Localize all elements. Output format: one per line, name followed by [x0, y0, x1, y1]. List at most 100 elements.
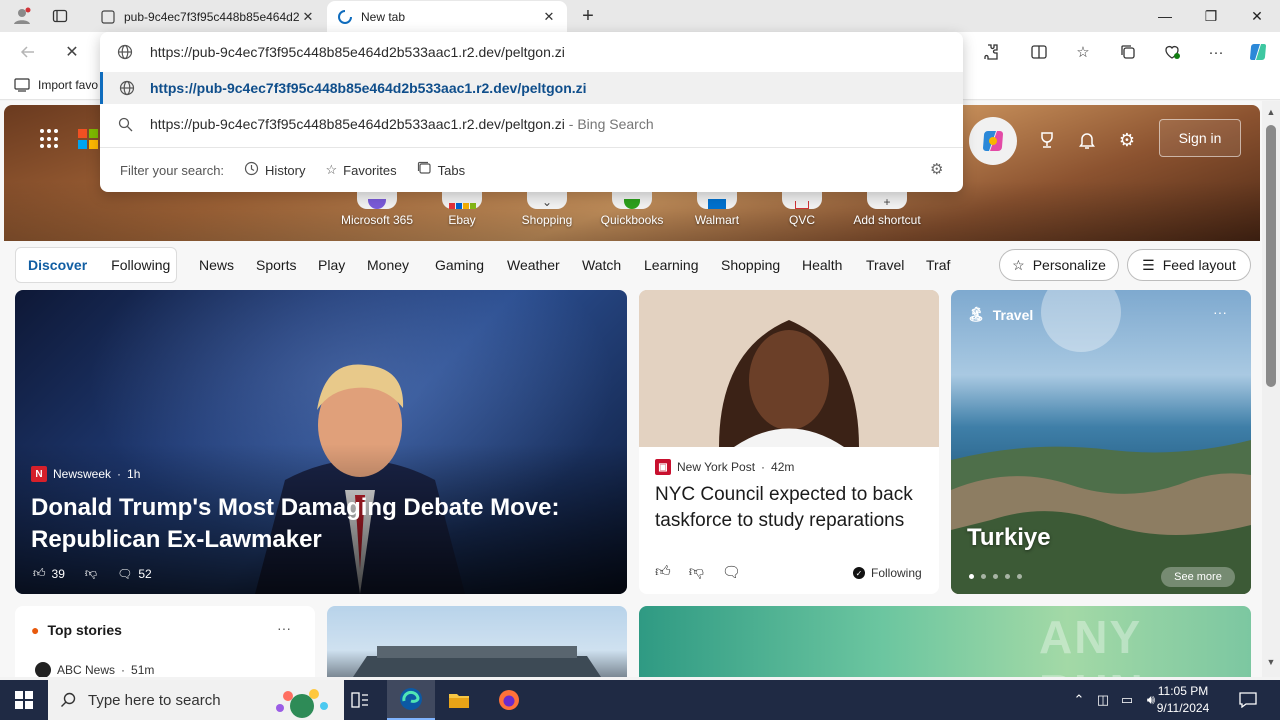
comment-count: 52: [138, 566, 152, 581]
category-play[interactable]: Play: [318, 257, 345, 273]
browser-essentials-icon[interactable]: [1157, 38, 1187, 66]
tab-actions-icon[interactable]: [46, 4, 74, 28]
minimize-button[interactable]: —: [1142, 0, 1188, 32]
article-headline: NYC Council expected to back taskforce t…: [655, 484, 913, 531]
microsoft-logo-icon: [78, 129, 98, 149]
scroll-thumb[interactable]: [1266, 125, 1276, 387]
category-news[interactable]: News: [199, 257, 234, 273]
close-tab-icon[interactable]: ✕: [300, 9, 316, 25]
filter-tabs[interactable]: Tabs: [417, 161, 465, 179]
like-icon[interactable]: 👍︎: [33, 566, 46, 581]
new-tab-button[interactable]: +: [576, 4, 600, 28]
category-gaming[interactable]: Gaming: [435, 257, 484, 273]
news-card-building[interactable]: [327, 606, 627, 677]
nyc-news-card[interactable]: ▣ New York Post · 42m NYC Council expect…: [639, 290, 939, 594]
reactions-bar: 👍︎ 👎︎ 🗨︎: [655, 563, 741, 581]
dislike-icon[interactable]: 👎︎: [689, 563, 704, 581]
notifications-bell-icon[interactable]: [1072, 125, 1102, 155]
show-hidden-icons-chevron-icon[interactable]: ⌃: [1069, 690, 1089, 710]
page-icon: [100, 9, 116, 25]
feed-navigation: Discover Following News Sports Play Mone…: [0, 241, 1262, 289]
story-source[interactable]: ABC News · 51m: [35, 662, 154, 677]
system-clock[interactable]: 11:05 PM 9/11/2024: [1140, 683, 1226, 717]
copilot-button[interactable]: [969, 117, 1017, 165]
tab-following[interactable]: Following: [99, 257, 182, 273]
category-sports[interactable]: Sports: [256, 257, 296, 273]
import-favorites-button[interactable]: Import favo: [14, 78, 98, 92]
category-travel[interactable]: Travel: [866, 257, 904, 273]
globe-icon: [103, 80, 150, 96]
page-scrollbar[interactable]: ▲ ▼: [1262, 101, 1280, 677]
feed-layout-button[interactable]: ☰ Feed layout: [1127, 249, 1251, 281]
filter-history[interactable]: History: [244, 161, 306, 179]
rewards-trophy-icon[interactable]: [1032, 125, 1062, 155]
scroll-up-arrow-icon[interactable]: ▲: [1265, 107, 1277, 119]
copilot-icon[interactable]: [1243, 38, 1273, 66]
shortcut-label: Add shortcut: [853, 213, 921, 227]
edge-taskbar-icon[interactable]: [387, 680, 435, 720]
flame-icon: ●: [31, 622, 40, 638]
page-settings-gear-icon[interactable]: ⚙: [1112, 125, 1142, 155]
file-explorer-icon[interactable]: [435, 680, 483, 720]
following-indicator[interactable]: ✓ Following: [853, 566, 922, 580]
category-weather[interactable]: Weather: [507, 257, 560, 273]
category-health[interactable]: Health: [802, 257, 842, 273]
firefox-icon[interactable]: [485, 680, 533, 720]
category-watch[interactable]: Watch: [582, 257, 621, 273]
action-center-icon[interactable]: [1238, 690, 1258, 710]
address-input[interactable]: https://pub-9c4ec7f3f95c448b85e464d2b533…: [150, 44, 565, 60]
favorites-star-icon[interactable]: ☆: [1068, 38, 1098, 66]
collections-icon[interactable]: [1113, 38, 1143, 66]
close-window-button[interactable]: ✕: [1234, 0, 1280, 32]
personalize-button[interactable]: ☆ Personalize: [999, 249, 1119, 281]
close-tab-icon[interactable]: ✕: [541, 9, 557, 25]
meet-now-icon[interactable]: ◫: [1093, 690, 1113, 710]
split-screen-icon[interactable]: [1024, 38, 1054, 66]
travel-card[interactable]: 🏝︎ Travel ··· Turkiye See more: [951, 290, 1251, 594]
layout-sliders-icon: ☰: [1142, 256, 1155, 273]
see-more-button[interactable]: See more: [1161, 567, 1235, 587]
filter-favorites[interactable]: ☆ Favorites: [326, 162, 397, 178]
news-photo: [639, 290, 939, 447]
sign-in-button[interactable]: Sign in: [1159, 119, 1241, 157]
extensions-icon[interactable]: [976, 38, 1006, 66]
tab-discover[interactable]: Discover: [16, 257, 99, 273]
profile-icon[interactable]: [8, 4, 36, 28]
more-options-icon[interactable]: ···: [277, 620, 291, 636]
start-button[interactable]: [0, 680, 48, 720]
like-count: 39: [51, 566, 65, 581]
more-options-icon[interactable]: ···: [1213, 304, 1227, 320]
settings-more-icon[interactable]: ···: [1201, 38, 1231, 66]
tab-pub-file[interactable]: pub-9c4ec7f3f95c448b85e464d2b ✕: [90, 1, 326, 32]
top-stories-card: ● Top stories ··· ABC News · 51m: [15, 606, 315, 677]
suggestion-bing-search[interactable]: https://pub-9c4ec7f3f95c448b85e464d2b533…: [100, 108, 963, 140]
task-view-icon[interactable]: [336, 680, 384, 720]
main-news-card[interactable]: N Newsweek · 1h Donald Trump's Most Dama…: [15, 290, 627, 594]
category-money[interactable]: Money: [367, 257, 409, 273]
suggestion-url[interactable]: https://pub-9c4ec7f3f95c448b85e464d2b533…: [100, 72, 963, 104]
taskbar-search[interactable]: Type here to search: [48, 680, 344, 720]
news-card-green[interactable]: ANY RUN: [639, 606, 1251, 677]
comment-icon[interactable]: 🗨︎: [117, 567, 132, 581]
dislike-icon[interactable]: 👎︎: [85, 566, 97, 581]
search-icon: [100, 117, 150, 132]
like-icon[interactable]: 👍︎: [655, 563, 671, 581]
app-launcher-icon[interactable]: [40, 129, 60, 149]
address-input-row[interactable]: https://pub-9c4ec7f3f95c448b85e464d2b533…: [100, 36, 963, 68]
shortcut-label: Shopping: [521, 213, 573, 227]
category-learning[interactable]: Learning: [644, 257, 699, 273]
search-settings-gear-icon[interactable]: ⚙: [930, 160, 943, 178]
stop-loading-button[interactable]: ✕: [58, 38, 86, 66]
maximize-button[interactable]: ❐: [1188, 0, 1234, 32]
article-source: N Newsweek · 1h: [31, 466, 140, 482]
shortcut-label: Walmart: [694, 213, 740, 227]
category-shopping[interactable]: Shopping: [721, 257, 780, 273]
comment-icon[interactable]: 🗨︎: [722, 563, 741, 581]
tab-new-tab[interactable]: New tab ✕: [327, 1, 567, 32]
scroll-down-arrow-icon[interactable]: ▼: [1265, 657, 1277, 669]
carousel-dots[interactable]: [969, 574, 1022, 579]
article-age: 1h: [127, 467, 141, 481]
network-icon[interactable]: ▭: [1117, 690, 1137, 710]
category-traffic[interactable]: Traf: [926, 257, 950, 273]
back-button[interactable]: [14, 38, 42, 66]
